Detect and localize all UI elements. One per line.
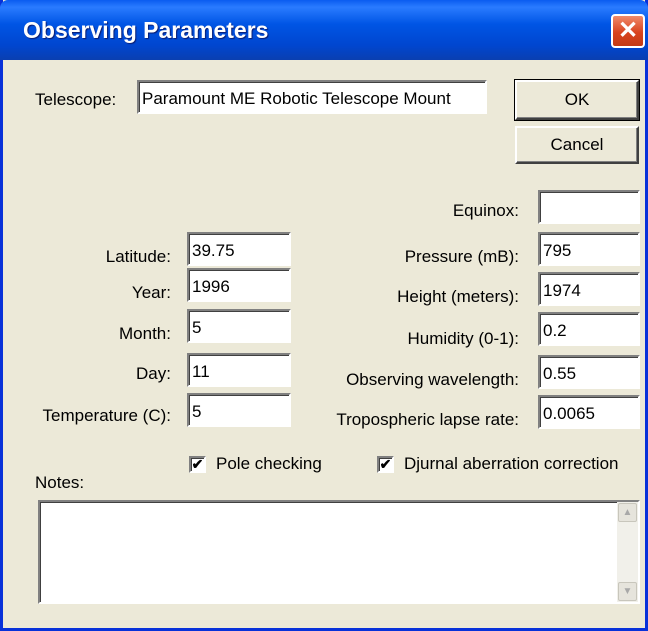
telescope-label: Telescope: <box>35 90 117 109</box>
close-button[interactable]: ✕ <box>611 14 645 48</box>
humidity-input[interactable] <box>538 312 640 346</box>
day-label: Day: <box>136 364 171 383</box>
diurnal-aberration-label[interactable]: Djurnal aberration correction <box>404 454 619 474</box>
telescope-input[interactable] <box>137 80 487 114</box>
observing-parameters-dialog: Observing Parameters ✕ Telescope: OK Can… <box>0 0 648 631</box>
year-input[interactable] <box>187 268 291 302</box>
notes-label: Notes: <box>35 473 85 492</box>
equinox-label: Equinox: <box>452 201 519 220</box>
pole-checking-label[interactable]: Pole checking <box>216 454 322 474</box>
humidity-label: Humidity (0-1): <box>407 329 519 348</box>
year-label: Year: <box>131 283 171 302</box>
notes-scrollbar[interactable]: ▲ ▼ <box>617 502 638 602</box>
equinox-input[interactable] <box>538 190 640 224</box>
day-input[interactable] <box>187 353 291 387</box>
latitude-input[interactable] <box>187 232 291 266</box>
latitude-label: Latitude: <box>105 247 171 266</box>
checkmark-icon: ✔ <box>379 456 392 472</box>
ok-button-label: OK <box>564 90 590 109</box>
lapse-rate-input[interactable] <box>538 395 640 429</box>
checkmark-icon: ✔ <box>191 456 204 472</box>
ok-button[interactable]: OK <box>514 79 640 121</box>
month-label: Month: <box>119 324 171 343</box>
dialog-title: Observing Parameters <box>23 17 269 43</box>
temperature-label: Temperature (C): <box>42 406 171 425</box>
lapse-rate-label: Tropospheric lapse rate: <box>336 410 519 429</box>
close-icon: ✕ <box>617 17 639 44</box>
wavelength-input[interactable] <box>538 355 640 389</box>
diurnal-aberration-checkbox[interactable]: ✔ <box>377 456 394 473</box>
cancel-button[interactable]: Cancel <box>515 126 639 164</box>
month-input[interactable] <box>187 309 291 343</box>
temperature-input[interactable] <box>187 393 291 427</box>
pole-checking-checkbox[interactable]: ✔ <box>189 456 206 473</box>
cancel-button-label: Cancel <box>550 135 604 154</box>
pressure-label: Pressure (mB): <box>404 247 519 266</box>
title-bar[interactable]: Observing Parameters <box>0 0 648 60</box>
notes-textarea[interactable]: ▲ ▼ <box>38 500 640 604</box>
wavelength-label: Observing wavelength: <box>346 370 519 389</box>
scroll-up-button[interactable]: ▲ <box>618 503 637 522</box>
chevron-down-icon: ▼ <box>622 586 633 597</box>
height-input[interactable] <box>538 272 640 306</box>
chevron-up-icon: ▲ <box>622 507 633 518</box>
pressure-input[interactable] <box>538 232 640 266</box>
scroll-down-button[interactable]: ▼ <box>618 582 637 601</box>
height-label: Height (meters): <box>397 287 519 306</box>
